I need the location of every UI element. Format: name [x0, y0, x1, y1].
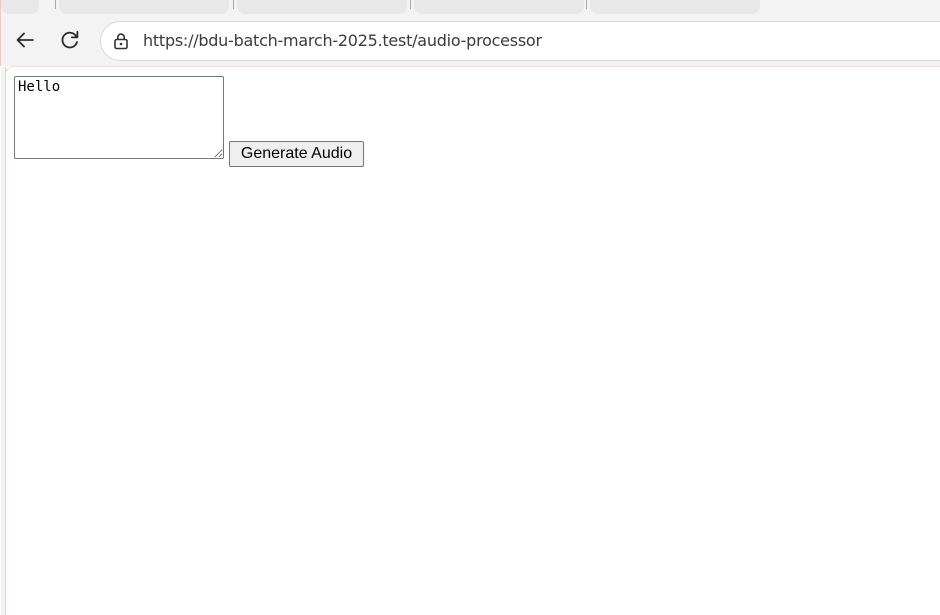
- tab[interactable]: [414, 0, 584, 14]
- tab[interactable]: [590, 0, 760, 14]
- tab-active[interactable]: [763, 0, 940, 14]
- tab-separator: [233, 0, 234, 9]
- text-input[interactable]: Hello: [14, 76, 224, 159]
- reload-button[interactable]: [53, 23, 87, 57]
- address-bar[interactable]: https://bdu-batch-march-2025.test/audio-…: [100, 21, 940, 61]
- arrow-left-icon: [16, 32, 34, 48]
- reload-icon: [61, 30, 79, 49]
- address-bar-url[interactable]: https://bdu-batch-march-2025.test/audio-…: [143, 31, 542, 50]
- tab[interactable]: [59, 0, 229, 14]
- tab[interactable]: [237, 0, 407, 14]
- browser-toolbar: https://bdu-batch-march-2025.test/audio-…: [1, 16, 940, 66]
- tab-separator: [586, 0, 587, 9]
- tab-separator: [410, 0, 411, 9]
- page-viewport: Hello Generate Audio: [1, 66, 940, 615]
- tab[interactable]: [1, 0, 39, 14]
- tab-separator: [55, 0, 56, 9]
- back-button[interactable]: [8, 23, 42, 57]
- tab-strip: [1, 0, 940, 16]
- lock-icon[interactable]: [111, 31, 131, 51]
- generate-audio-button[interactable]: Generate Audio: [229, 141, 364, 167]
- browser-chrome: https://bdu-batch-march-2025.test/audio-…: [0, 0, 940, 66]
